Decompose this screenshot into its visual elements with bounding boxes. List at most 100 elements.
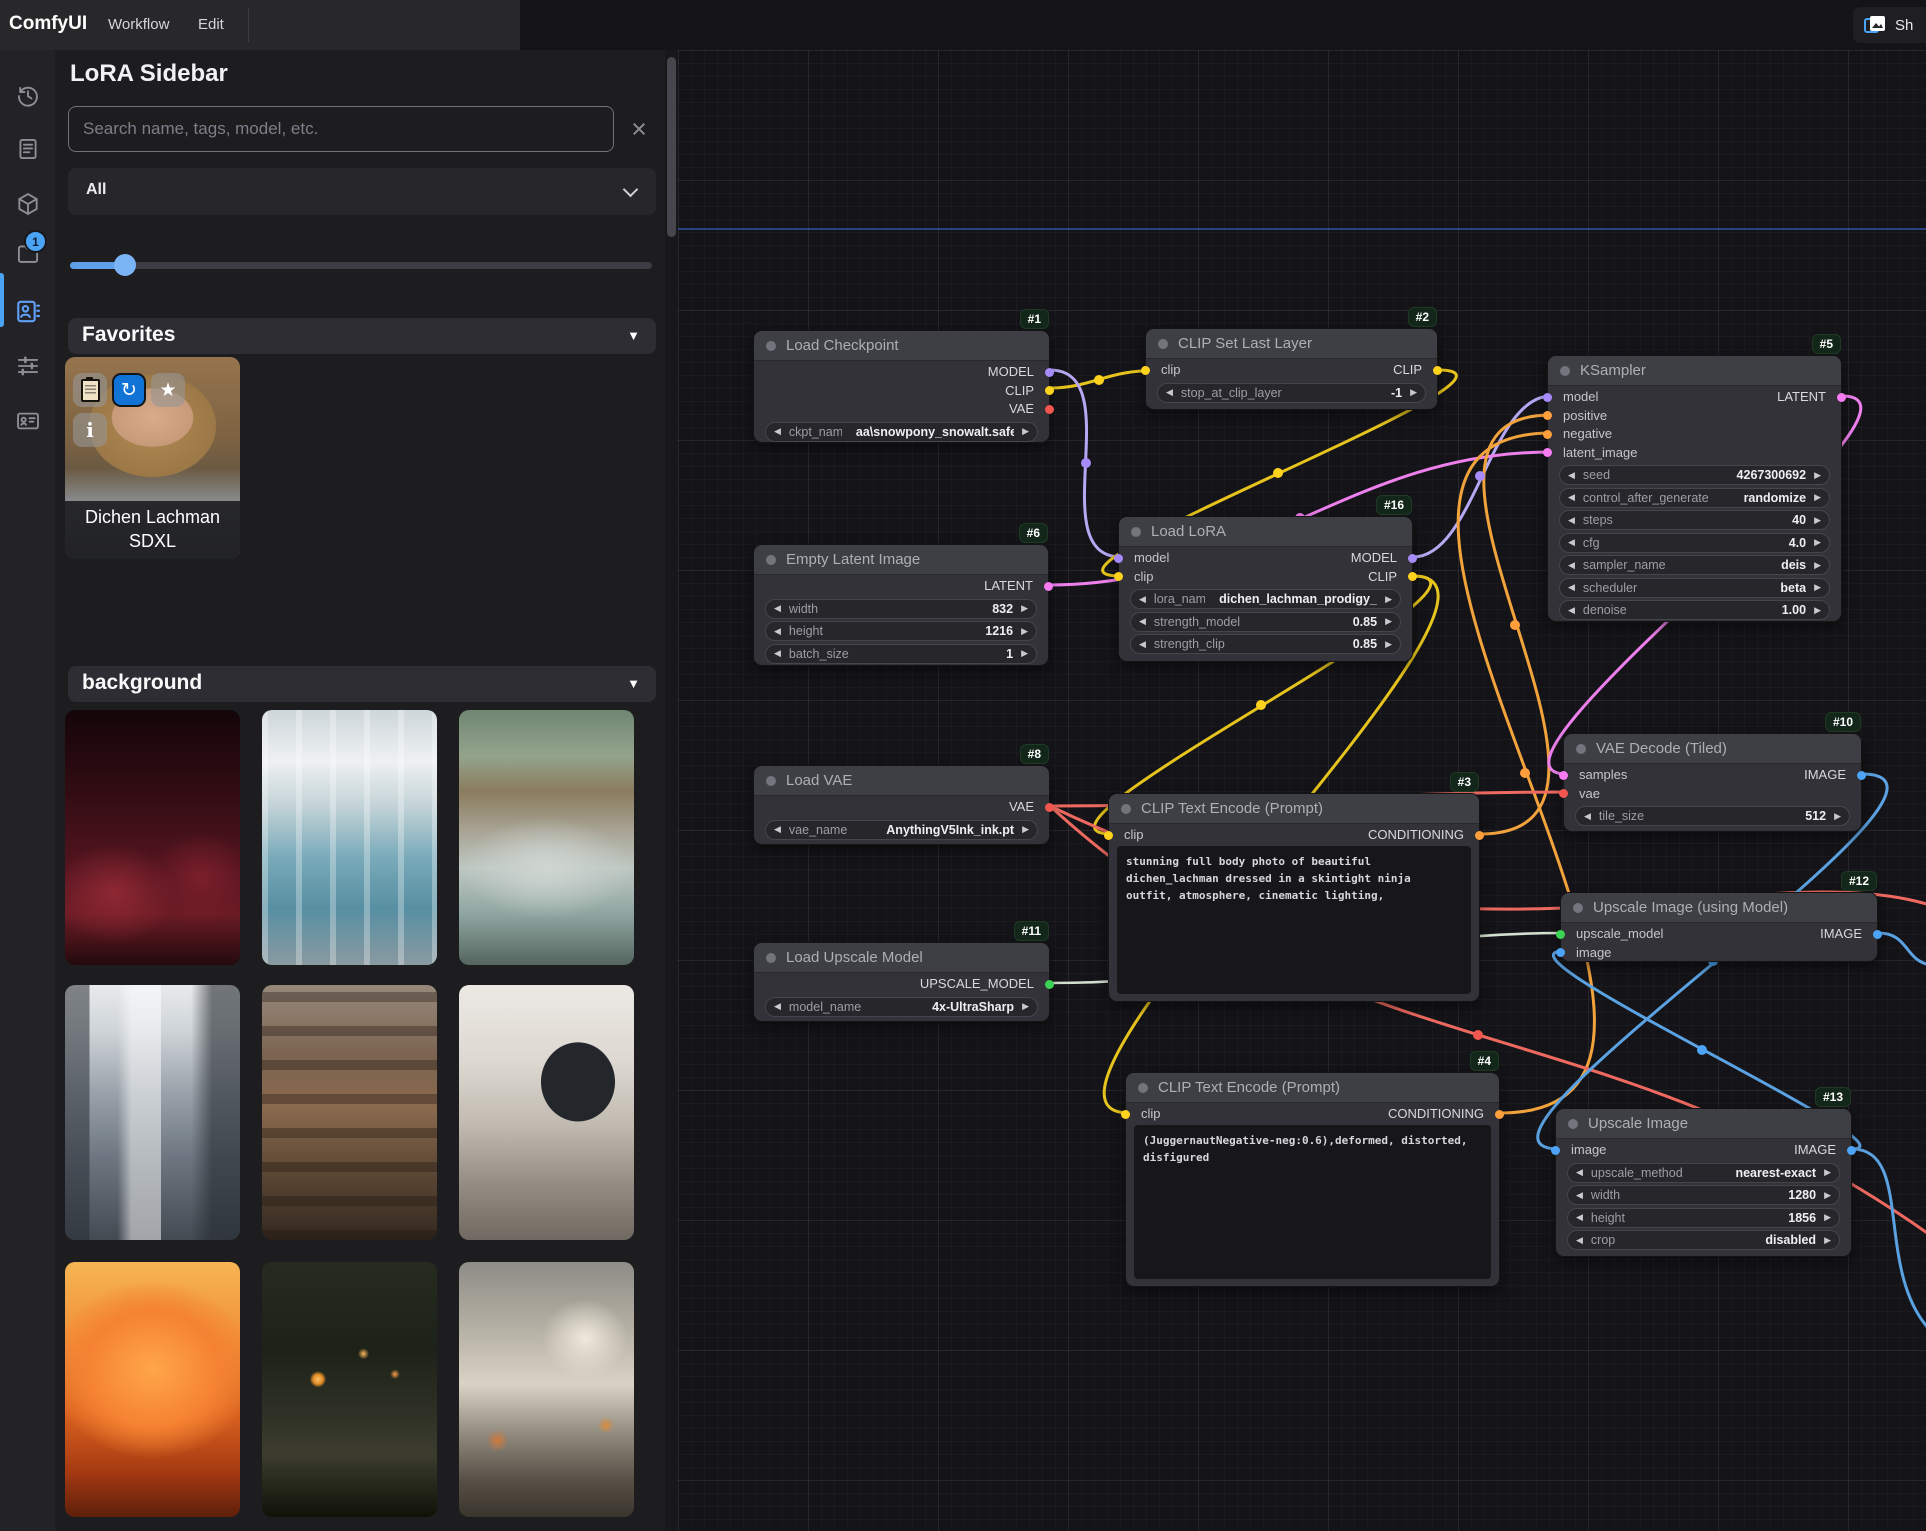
prompt-textarea[interactable]: stunning full body photo of beautiful di… [1117,846,1471,994]
output-port-model[interactable] [1045,368,1054,377]
widget-vae-name[interactable]: ◀vae_nameAnythingV5Ink_ink.pt▶ [765,820,1038,840]
rail-item-settings-sliders[interactable] [0,344,55,388]
collapse-dot-icon[interactable] [1158,339,1168,349]
widget-crop[interactable]: ◀cropdisabled▶ [1567,1230,1840,1250]
node-header[interactable]: Load Upscale Model [754,943,1049,973]
widget-ckpt-name[interactable]: ◀ckpt_nameaa\snowpony_snowalt.safete...▶ [765,422,1038,442]
collapse-dot-icon[interactable] [766,953,776,963]
collapse-dot-icon[interactable] [766,776,776,786]
widget-tile-size[interactable]: ◀tile_size512▶ [1575,806,1850,826]
output-port-vae[interactable] [1045,803,1054,812]
widget-increment-icon[interactable]: ▶ [1814,560,1821,571]
lora-thumbnail-winter-bridge[interactable] [459,1262,634,1517]
app-logo[interactable]: ComfyUI [9,13,87,35]
section-header-favorites[interactable]: Favorites ▼ [68,318,656,354]
input-port-clip[interactable] [1114,572,1123,581]
widget-steps[interactable]: ◀steps40▶ [1559,510,1830,530]
widget-increment-icon[interactable]: ▶ [1022,824,1029,835]
node-vae-decode-tiled[interactable]: #10VAE Decode (Tiled)samplesIMAGEvae◀til… [1563,733,1862,832]
output-port-clip[interactable] [1433,366,1442,375]
widget-increment-icon[interactable]: ▶ [1385,639,1392,650]
widget-increment-icon[interactable]: ▶ [1824,1190,1831,1201]
input-port-latent-image[interactable] [1543,448,1552,457]
widget-decrement-icon[interactable]: ◀ [1568,605,1575,616]
widget-lora-name[interactable]: ◀lora_namedichen_lachman_prodigy_ex...▶ [1130,589,1401,609]
widget-decrement-icon[interactable]: ◀ [774,648,781,659]
widget-strength-model[interactable]: ◀strength_model0.85▶ [1130,612,1401,632]
collapse-dot-icon[interactable] [1560,366,1570,376]
node-header[interactable]: Upscale Image (using Model) [1561,893,1877,923]
widget-increment-icon[interactable]: ▶ [1814,515,1821,526]
node-header[interactable]: KSampler [1548,356,1841,386]
widget-decrement-icon[interactable]: ◀ [1139,594,1146,605]
node-upscale-image-using-model[interactable]: #12Upscale Image (using Model)upscale_mo… [1560,892,1878,962]
node-empty-latent-image[interactable]: #6Empty Latent ImageLATENT◀width832▶◀hei… [753,544,1049,666]
lora-thumbnail-hot-spring[interactable] [459,710,634,965]
widget-denoise[interactable]: ◀denoise1.00▶ [1559,600,1830,620]
widget-stop-at-clip-layer[interactable]: ◀stop_at_clip_layer-1▶ [1157,383,1426,403]
sidebar-scrollbar-thumb[interactable] [667,57,676,237]
node-header[interactable]: CLIP Text Encode (Prompt) [1109,794,1479,824]
widget-increment-icon[interactable]: ▶ [1410,387,1417,398]
input-port-samples[interactable] [1559,771,1568,780]
node-load-upscale-model[interactable]: #11Load Upscale ModelUPSCALE_MODEL◀model… [753,942,1050,1022]
output-port-model[interactable] [1408,554,1417,563]
node-header[interactable]: Empty Latent Image [754,545,1048,575]
node-ksampler[interactable]: #5KSamplermodelLATENTpositivenegativelat… [1547,355,1842,622]
widget-sampler-name[interactable]: ◀sampler_namedeis▶ [1559,555,1830,575]
widget-increment-icon[interactable]: ▶ [1814,605,1821,616]
rail-item-lora-sidebar[interactable] [0,289,55,333]
widget-decrement-icon[interactable]: ◀ [1568,582,1575,593]
widget-decrement-icon[interactable]: ◀ [1576,1235,1583,1246]
widget-increment-icon[interactable]: ▶ [1834,811,1841,822]
widget-seed[interactable]: ◀seed4267300692▶ [1559,465,1830,485]
widget-decrement-icon[interactable]: ◀ [1139,616,1146,627]
input-port-model[interactable] [1543,393,1552,402]
copy-clipboard-button[interactable] [73,373,107,407]
lora-thumbnail-red-lounge[interactable] [65,710,240,965]
filter-dropdown[interactable]: All [68,168,656,215]
rail-item-model-library[interactable] [0,182,55,226]
node-load-lora[interactable]: #16Load LoRAmodelMODELclipCLIP◀lora_name… [1118,516,1413,662]
node-header[interactable]: VAE Decode (Tiled) [1564,734,1861,764]
node-clip-text-encode-prompt[interactable]: #3CLIP Text Encode (Prompt)clipCONDITION… [1108,793,1480,1002]
widget-strength-clip[interactable]: ◀strength_clip0.85▶ [1130,634,1401,654]
input-port-clip[interactable] [1121,1110,1130,1119]
widget-increment-icon[interactable]: ▶ [1385,594,1392,605]
output-port-latent[interactable] [1837,393,1846,402]
widget-increment-icon[interactable]: ▶ [1814,582,1821,593]
lora-thumbnail-bus-interior[interactable] [262,710,437,965]
lora-thumbnail-alley[interactable] [65,985,240,1240]
widget-model-name[interactable]: ◀model_name4x-UltraSharp▶ [765,997,1038,1017]
output-port-upscale-model[interactable] [1045,980,1054,989]
widget-decrement-icon[interactable]: ◀ [1568,515,1575,526]
widget-decrement-icon[interactable]: ◀ [774,426,781,437]
node-load-checkpoint[interactable]: #1Load CheckpointMODELCLIPVAE◀ckpt_namea… [753,330,1050,443]
widget-increment-icon[interactable]: ▶ [1022,1001,1029,1012]
input-port-image[interactable] [1551,1146,1560,1155]
output-port-clip[interactable] [1045,386,1054,395]
node-header[interactable]: CLIP Text Encode (Prompt) [1126,1073,1499,1103]
input-port-clip[interactable] [1141,366,1150,375]
widget-increment-icon[interactable]: ▶ [1021,603,1028,614]
widget-upscale-method[interactable]: ◀upscale_methodnearest-exact▶ [1567,1163,1840,1183]
input-port-image[interactable] [1556,948,1565,957]
node-load-vae[interactable]: #8Load VAEVAE◀vae_nameAnythingV5Ink_ink.… [753,765,1050,845]
widget-scheduler[interactable]: ◀schedulerbeta▶ [1559,578,1830,598]
share-button[interactable]: Sh [1853,7,1926,43]
widget-decrement-icon[interactable]: ◀ [1166,387,1173,398]
info-button[interactable]: i [73,413,107,447]
input-port-vae[interactable] [1559,789,1568,798]
node-header[interactable]: CLIP Set Last Layer [1146,329,1437,359]
output-port-image[interactable] [1873,930,1882,939]
lora-card-dichen-lachman[interactable]: ↻ ★ i Dichen Lachman SDXL [65,357,240,559]
widget-batch-size[interactable]: ◀batch_size1▶ [765,644,1037,664]
widget-increment-icon[interactable]: ▶ [1824,1212,1831,1223]
node-header[interactable]: Load LoRA [1119,517,1412,547]
refresh-button[interactable]: ↻ [112,373,146,407]
widget-width[interactable]: ◀width1280▶ [1567,1185,1840,1205]
favorite-star-button[interactable]: ★ [151,373,185,407]
output-port-clip[interactable] [1408,572,1417,581]
widget-increment-icon[interactable]: ▶ [1385,616,1392,627]
widget-increment-icon[interactable]: ▶ [1814,470,1821,481]
